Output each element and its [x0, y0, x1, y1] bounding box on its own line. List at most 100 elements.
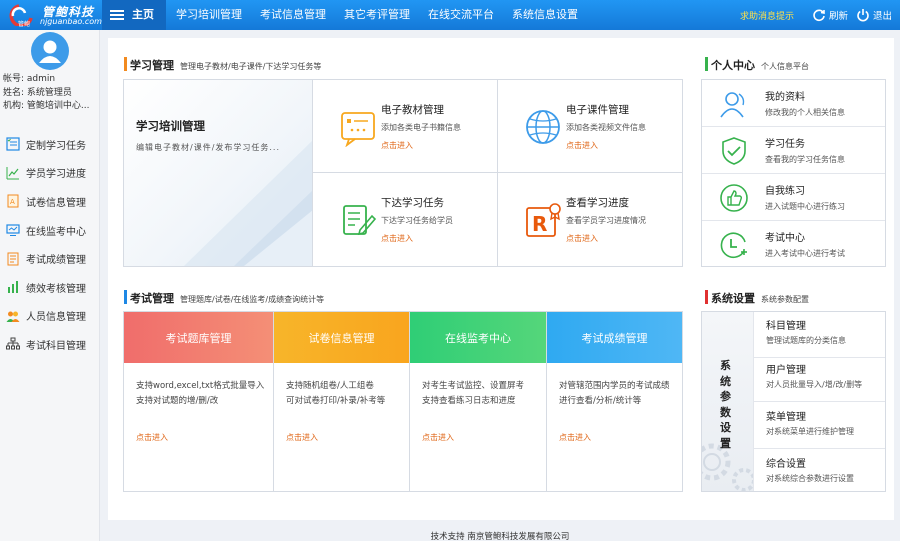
exam-section-header: 考试管理 管理题库/试卷/在线监考/成绩查询统计等: [124, 290, 324, 306]
avatar: [31, 32, 69, 70]
personal-item-title: 我的资料: [765, 92, 805, 103]
system-banner-text: 系统参数设置: [720, 359, 731, 450]
sidebar-item-label: 考试科目管理: [26, 340, 86, 352]
exam-card-header[interactable]: 在线监考中心: [410, 312, 546, 363]
nav-exam-info[interactable]: 考试信息管理: [251, 0, 335, 30]
personal-item-desc: 进入考试中心进行考试: [765, 249, 845, 258]
sidebar-item-custom-tasks[interactable]: 定制学习任务: [0, 130, 100, 159]
user-avatar-icon: [39, 40, 61, 63]
card-view-progress[interactable]: R 查看学习进度 查看学员学习进度情况 点击进入: [498, 173, 683, 266]
exam-card-enter-link[interactable]: 点击进入: [136, 432, 168, 443]
exam-card-line: 对考生考试监控、设置屏考: [422, 381, 525, 391]
nav-home[interactable]: 主页: [102, 0, 166, 30]
exam-card-paper-management[interactable]: 试卷信息管理 支持随机组卷/人工组卷 可对试卷打印/补录/补考等 点击进入: [274, 312, 410, 491]
system-item-desc: 管理试题库的分类信息: [766, 336, 846, 345]
system-list: 系统参数设置 科目管理 管理试题库的分类信息 用户管理 对人员批量导入/增/改/…: [701, 311, 886, 492]
learning-section-header: 学习管理 管理电子教材/电子课件/下达学习任务等: [124, 57, 322, 73]
system-item-users[interactable]: 用户管理 对人员批量导入/增/改/删等: [754, 356, 885, 402]
exam-card-header[interactable]: 考试成绩管理: [547, 312, 682, 363]
learning-section-subtitle: 管理电子教材/电子课件/下达学习任务等: [180, 62, 322, 71]
refresh-icon: [813, 9, 825, 22]
card-ebook-management[interactable]: 电子教材管理 添加各类电子书籍信息 点击进入: [313, 80, 498, 173]
exam-card-desc: 支持随机组卷/人工组卷 可对试卷打印/补录/补考等: [286, 379, 385, 409]
card-enter-link[interactable]: 点击进入: [381, 233, 413, 244]
nav-other-evaluation[interactable]: 其它考评管理: [335, 0, 419, 30]
bar-chart-icon: [8, 281, 18, 294]
personal-item-exam-center[interactable]: 考试中心 进入考试中心进行考试: [702, 221, 885, 268]
menu-icon[interactable]: [110, 10, 124, 20]
logout-label: 退出: [872, 11, 892, 22]
card-desc: 添加各类视频文件信息: [566, 123, 646, 132]
top-bar: 管鲍科技 管鲍 njguanbao.com 主页 学习培训管理 考试信息管理 其…: [0, 0, 900, 30]
hierarchy-icon: [6, 337, 20, 350]
sidebar-item-online-proctoring[interactable]: 在线监考中心: [0, 216, 100, 245]
learning-banner-desc: 编辑电子教材/课件/发布学习任务...: [136, 143, 281, 152]
personal-item-my-profile[interactable]: 我的资料 修改我的个人相关信息: [702, 80, 885, 127]
refresh-button[interactable]: 刷新: [812, 8, 848, 22]
sidebar-item-label: 试卷信息管理: [26, 197, 86, 209]
personal-item-learning-tasks[interactable]: 学习任务 查看我的学习任务信息: [702, 127, 885, 174]
progress-chart-icon: [6, 166, 19, 180]
monitor-icon: [6, 224, 20, 237]
sidebar-item-label: 定制学习任务: [26, 140, 86, 152]
system-item-general[interactable]: 综合设置 对系统综合参数进行设置: [754, 450, 885, 496]
exam-card-enter-link[interactable]: 点击进入: [286, 432, 318, 443]
system-item-subjects[interactable]: 科目管理 管理试题库的分类信息: [754, 312, 885, 358]
exam-card-enter-link[interactable]: 点击进入: [559, 432, 591, 443]
sidebar-item-personnel[interactable]: 人员信息管理: [0, 302, 100, 331]
logout-button[interactable]: 退出: [856, 8, 892, 22]
exam-card-line: 支持查看练习日志和进度: [422, 396, 516, 406]
nav-home-label: 主页: [132, 8, 154, 21]
system-item-title: 科目管理: [766, 321, 806, 332]
exam-card-line: 支持word,excel,txt格式批量导入: [136, 381, 265, 391]
personal-section-subtitle: 个人信息平台: [761, 62, 809, 71]
exam-card-header[interactable]: 考试题库管理: [124, 312, 273, 363]
logo-url: njguanbao.com: [40, 17, 102, 26]
user-account: 帐号: admin: [3, 74, 56, 84]
exam-card-question-bank[interactable]: 考试题库管理 支持word,excel,txt格式批量导入 支持对试题的增/删/…: [124, 312, 274, 491]
nav-training[interactable]: 学习培训管理: [166, 0, 251, 30]
personal-item-desc: 修改我的个人相关信息: [765, 108, 845, 117]
score-sheet-icon: [7, 252, 19, 266]
personal-item-title: 考试中心: [765, 233, 805, 244]
learning-grid: 学习培训管理 编辑电子教材/课件/发布学习任务... 电子教材管理 添加各类电子…: [123, 79, 683, 267]
user-name: 姓名: 系统管理员: [3, 87, 72, 98]
card-title: 电子课件管理: [566, 104, 629, 116]
system-item-menus[interactable]: 菜单管理 对系统菜单进行维护管理: [754, 403, 885, 449]
sidebar-item-performance[interactable]: 绩效考核管理: [0, 273, 100, 302]
exam-paper-icon: A: [7, 194, 19, 208]
nav-system-settings[interactable]: 系统信息设置: [503, 0, 587, 30]
system-section-title: 系统设置: [711, 292, 755, 305]
exam-card-online-proctoring[interactable]: 在线监考中心 对考生考试监控、设置屏考 支持查看练习日志和进度 点击进入: [410, 312, 547, 491]
card-courseware-management[interactable]: 电子课件管理 添加各类视频文件信息 点击进入: [498, 80, 683, 173]
help-messages-link[interactable]: 求助消息提示: [740, 9, 794, 22]
system-section-subtitle: 系统参数配置: [761, 295, 809, 304]
sidebar-item-learning-progress[interactable]: 学员学习进度: [0, 159, 100, 188]
sidebar-item-label: 学员学习进度: [26, 169, 86, 181]
main-nav: 主页 学习培训管理 考试信息管理 其它考评管理 在线交流平台 系统信息设置: [102, 0, 587, 30]
exam-card-score-management[interactable]: 考试成绩管理 对管辖范围内学员的考试成绩 进行查看/分析/统计等 点击进入: [547, 312, 682, 491]
card-enter-link[interactable]: 点击进入: [566, 140, 598, 151]
user-org: 机构: 管鲍培训中心...: [3, 101, 90, 111]
card-enter-link[interactable]: 点击进入: [381, 140, 413, 151]
card-title: 下达学习任务: [381, 197, 444, 209]
card-assign-tasks[interactable]: 下达学习任务 下达学习任务给学员 点击进入: [313, 173, 498, 266]
sidebar-item-subjects[interactable]: 考试科目管理: [0, 330, 100, 359]
personal-item-self-practice[interactable]: 自我练习 进入试题中心进行练习: [702, 174, 885, 221]
logo-small-text: 管鲍: [18, 21, 31, 28]
learning-banner[interactable]: 学习培训管理 编辑电子教材/课件/发布学习任务...: [124, 80, 313, 266]
section-accent-bar: [124, 57, 127, 71]
exam-card-desc: 支持word,excel,txt格式批量导入 支持对试题的增/删/改: [136, 379, 264, 409]
system-item-desc: 对系统综合参数进行设置: [766, 474, 854, 483]
card-enter-link[interactable]: 点击进入: [566, 233, 598, 244]
exam-card-header[interactable]: 试卷信息管理: [274, 312, 409, 363]
personal-list: 我的资料 修改我的个人相关信息 学习任务 查看我的学习任务信息 自我练习 进入试…: [701, 79, 886, 267]
sidebar-item-score-management[interactable]: 考试成绩管理: [0, 244, 100, 273]
exam-card-line: 支持对试题的增/删/改: [136, 396, 219, 406]
learning-section-title: 学习管理: [130, 59, 174, 72]
sidebar-item-paper-management[interactable]: A 试卷信息管理: [0, 187, 100, 216]
sidebar-item-label: 考试成绩管理: [26, 255, 86, 267]
user-info: 帐号: admin 姓名: 系统管理员 机构: 管鲍培训中心...: [3, 73, 89, 114]
exam-card-enter-link[interactable]: 点击进入: [422, 432, 454, 443]
nav-online-forum[interactable]: 在线交流平台: [419, 0, 503, 30]
